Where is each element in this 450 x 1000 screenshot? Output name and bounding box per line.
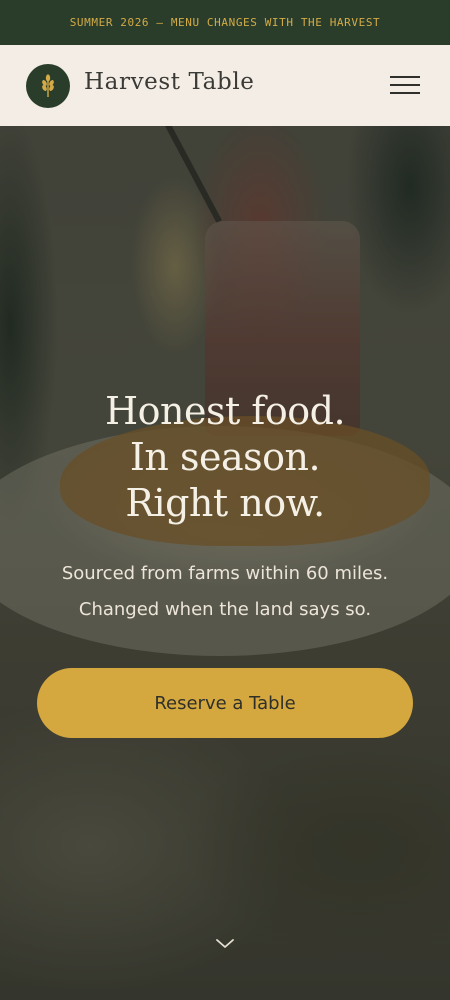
- headline-line: Honest food.: [104, 389, 346, 433]
- headline-line: Right now.: [125, 481, 325, 525]
- logo[interactable]: [26, 64, 70, 108]
- hero-subtext: Sourced from farms within 60 miles. Chan…: [0, 556, 450, 628]
- reserve-table-button[interactable]: Reserve a Table: [37, 668, 413, 738]
- announcement-text: SUMMER 2026 — MENU CHANGES WITH THE HARV…: [69, 16, 381, 29]
- wheat-icon: [42, 74, 54, 97]
- brand-name[interactable]: Harvest Table: [84, 69, 255, 95]
- announcement-bar: SUMMER 2026 — MENU CHANGES WITH THE HARV…: [0, 0, 450, 45]
- hero-headline: Honest food. In season. Right now.: [0, 388, 450, 526]
- hamburger-line: [390, 84, 420, 86]
- subtext-line: Changed when the land says so.: [78, 599, 372, 620]
- headline-line: In season.: [129, 435, 321, 479]
- hero-section: Honest food. In season. Right now. Sourc…: [0, 126, 450, 1000]
- chevron-down-icon[interactable]: [214, 936, 236, 952]
- hamburger-menu-button[interactable]: [388, 72, 422, 98]
- hamburger-line: [390, 92, 420, 94]
- hamburger-menu-icon: [390, 76, 420, 78]
- subtext-line: Sourced from farms within 60 miles.: [61, 563, 389, 584]
- site-header: Harvest Table: [0, 45, 450, 126]
